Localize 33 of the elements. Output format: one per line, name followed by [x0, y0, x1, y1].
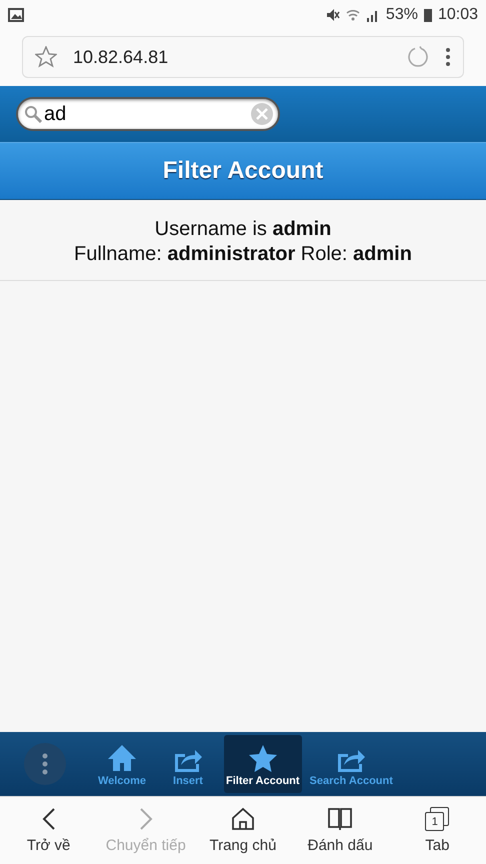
wifi-icon	[346, 8, 360, 22]
menu-icon	[42, 753, 48, 775]
toolbar-button[interactable]: Trang chủ	[198, 807, 288, 854]
account-item[interactable]: Username is admin Fullname: administrator Role: admin	[0, 200, 486, 281]
toolbar-button[interactable]: Trở về	[4, 807, 94, 854]
address-bar[interactable]: 10.82.64.81	[22, 36, 464, 78]
nav-tab[interactable]: Welcome	[92, 735, 152, 793]
star-icon	[248, 744, 278, 772]
page-title: Filter Account	[162, 157, 324, 185]
more-icon[interactable]	[445, 47, 451, 67]
battery-percent: 53%	[386, 6, 418, 24]
nav-tab[interactable]: Search Account	[308, 735, 395, 793]
menu-button[interactable]	[24, 743, 66, 785]
nav-tab[interactable]: Filter Account	[224, 735, 302, 793]
back-icon	[42, 807, 56, 831]
search-icon	[24, 105, 42, 123]
image-icon	[8, 8, 24, 22]
home-icon	[107, 744, 137, 772]
signal-icon	[366, 8, 380, 22]
book-icon	[327, 807, 354, 831]
reload-icon[interactable]	[407, 46, 429, 68]
star-icon[interactable]	[35, 46, 57, 68]
battery-icon	[424, 8, 432, 22]
search-field[interactable]: ad	[16, 97, 280, 131]
nav-tab[interactable]: Insert	[158, 735, 218, 793]
username-text: Username is admin	[154, 218, 332, 241]
details-text: Fullname: administrator Role: admin	[74, 243, 412, 266]
toolbar-button[interactable]: 1 Tab	[392, 807, 482, 854]
mute-icon	[326, 8, 340, 22]
home-icon	[230, 807, 255, 831]
forward-icon	[138, 807, 153, 831]
toolbar-button[interactable]: Đánh dấu	[295, 807, 386, 854]
clock: 10:03	[438, 6, 478, 24]
